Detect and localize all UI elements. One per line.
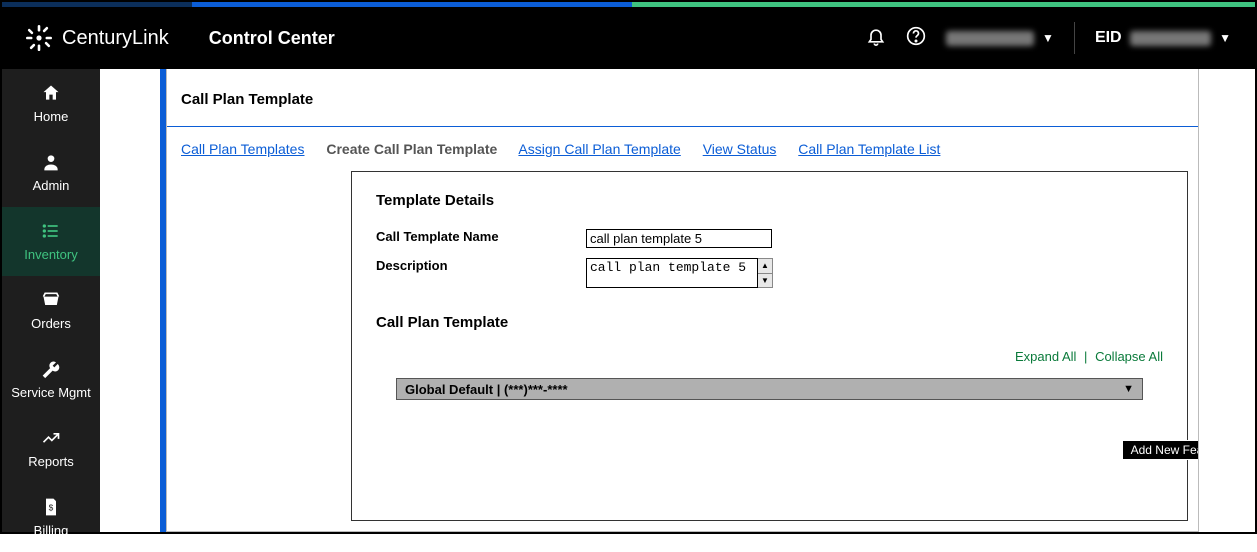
accordion-label: Global Default | (***)***-****	[405, 382, 568, 397]
brand-name: CenturyLink	[62, 27, 169, 50]
sidebar-item-label: Billing	[34, 523, 69, 538]
description-textarea[interactable]	[586, 258, 758, 288]
tab-bar: Call Plan Templates Create Call Plan Tem…	[167, 127, 1198, 171]
sidebar-item-label: Service Mgmt	[11, 385, 90, 400]
home-icon	[41, 83, 61, 103]
call-template-name-input[interactable]	[586, 229, 772, 248]
sidebar-item-inventory[interactable]: Inventory	[2, 207, 100, 276]
expand-collapse-controls: Expand All | Collapse All	[376, 349, 1163, 364]
scroll-down-icon[interactable]: ▼	[758, 274, 772, 288]
call-plan-template-heading: Call Plan Template	[376, 314, 1163, 331]
triangle-down-icon: ▼	[1123, 383, 1134, 395]
divider	[1074, 22, 1075, 54]
template-panel: Template Details Call Template Name Desc…	[351, 171, 1188, 521]
sidebar-item-service-mgmt[interactable]: Service Mgmt	[2, 345, 100, 414]
global-default-accordion[interactable]: Global Default | (***)***-**** ▼	[396, 378, 1143, 400]
eid-value-blurred: xxxxxxx	[1130, 31, 1212, 46]
sidebar-item-orders[interactable]: Orders	[2, 276, 100, 345]
chart-icon	[41, 428, 61, 448]
separator: |	[1084, 349, 1087, 364]
expand-all-link[interactable]: Expand All	[1015, 349, 1076, 364]
help-icon[interactable]	[906, 26, 926, 51]
sidebar-item-label: Reports	[28, 454, 74, 469]
add-new-feature-tooltip: Add New Feature	[1122, 440, 1199, 460]
eid-label: EID	[1095, 29, 1122, 47]
tab-call-plan-template-list[interactable]: Call Plan Template List	[798, 141, 940, 157]
scroll-up-icon[interactable]: ▲	[758, 259, 772, 274]
tab-call-plan-templates[interactable]: Call Plan Templates	[181, 141, 304, 157]
accent-bar	[2, 2, 1255, 7]
template-details-heading: Template Details	[376, 192, 1163, 209]
wrench-icon	[41, 359, 61, 379]
sidebar-item-reports[interactable]: Reports	[2, 414, 100, 483]
tab-create-call-plan-template[interactable]: Create Call Plan Template	[326, 141, 497, 157]
sidebar-item-label: Inventory	[24, 247, 77, 262]
tab-view-status[interactable]: View Status	[703, 141, 777, 157]
textarea-scroll[interactable]: ▲ ▼	[758, 258, 773, 288]
svg-text:$: $	[49, 502, 54, 512]
brand[interactable]: CenturyLink	[26, 25, 169, 51]
sidebar-item-home[interactable]: Home	[2, 69, 100, 138]
chevron-down-icon: ▼	[1219, 31, 1231, 45]
centurylink-logo-icon	[26, 25, 52, 51]
sidebar-item-label: Home	[34, 109, 69, 124]
list-icon	[41, 221, 61, 241]
sidebar-item-label: Orders	[31, 316, 71, 331]
sidebar: Home Admin Inventory Orders Service Mgmt…	[2, 69, 100, 532]
user-name-blurred: xxxxxxxx	[946, 31, 1034, 46]
page-title: Call Plan Template	[167, 69, 1198, 127]
tab-assign-call-plan-template[interactable]: Assign Call Plan Template	[518, 141, 680, 157]
description-label: Description	[376, 258, 586, 273]
inbox-icon	[41, 290, 61, 310]
call-template-name-label: Call Template Name	[376, 229, 586, 244]
user-menu[interactable]: xxxxxxxx ▼	[946, 31, 1054, 46]
top-bar: CenturyLink Control Center xxxxxxxx ▼ EI…	[2, 7, 1255, 69]
app-title: Control Center	[209, 28, 335, 49]
sidebar-item-billing[interactable]: $ Billing	[2, 483, 100, 552]
invoice-icon: $	[41, 497, 61, 517]
main-card: Call Plan Template Call Plan Templates C…	[166, 69, 1199, 532]
content-area: Call Plan Template Call Plan Templates C…	[100, 69, 1255, 532]
sidebar-item-label: Admin	[33, 178, 70, 193]
collapse-all-link[interactable]: Collapse All	[1095, 349, 1163, 364]
chevron-down-icon: ▼	[1042, 31, 1054, 45]
sidebar-item-admin[interactable]: Admin	[2, 138, 100, 207]
eid-menu[interactable]: EID xxxxxxx ▼	[1095, 29, 1231, 47]
notifications-icon[interactable]	[866, 26, 886, 51]
user-icon	[41, 152, 61, 172]
